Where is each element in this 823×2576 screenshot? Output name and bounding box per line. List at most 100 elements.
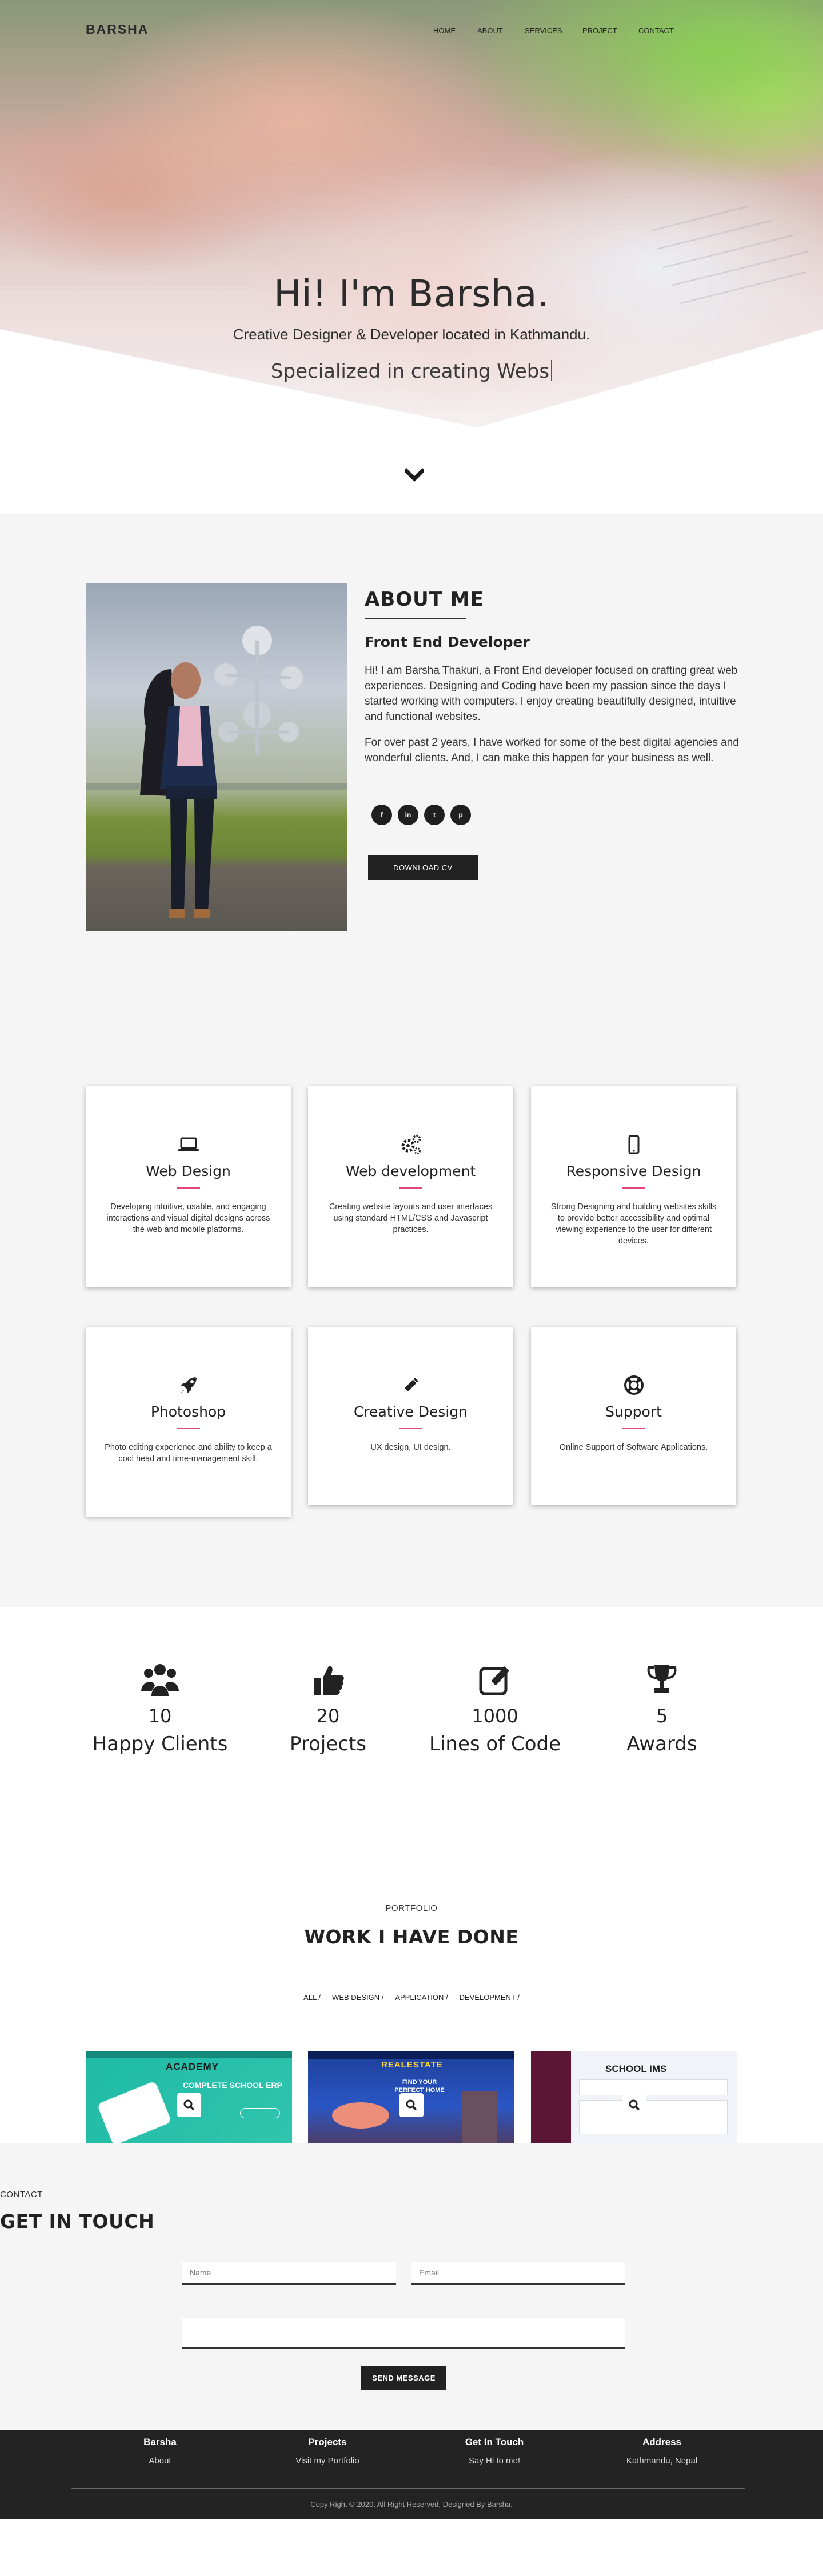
hero-subtitle: Creative Designer & Developer located in…: [233, 326, 590, 343]
brand-logo[interactable]: BARSHA: [86, 22, 149, 37]
name-input[interactable]: [182, 2262, 396, 2285]
service-card-creative-design: Creative Design UX design, UI design.: [308, 1327, 513, 1505]
service-desc: Developing intuitive, usable, and engagi…: [106, 1202, 270, 1234]
service-card-support: Support Online Support of Software Appli…: [531, 1327, 736, 1505]
footer-heading: Projects: [308, 2437, 347, 2447]
portfolio-item-academy[interactable]: ACADEMY COMPLETE SCHOOL ERP: [86, 2051, 292, 2143]
footer-heading: Address: [642, 2437, 682, 2447]
stat-label: Lines of Code: [429, 1733, 561, 1755]
hero-section: BARSHA HOME ABOUT SERVICES PROJECT CONTA…: [0, 0, 823, 514]
pinterest-icon[interactable]: p: [450, 805, 471, 825]
mobile-icon: [628, 1135, 639, 1154]
nav-contact[interactable]: CONTACT: [638, 26, 684, 35]
social-links: f in t p: [371, 805, 742, 825]
copyright: Copy Right © 2020, All Right Reserved, D…: [310, 2500, 513, 2509]
pencil-icon: [403, 1378, 418, 1392]
send-message-button[interactable]: SEND MESSAGE: [361, 2366, 446, 2390]
portfolio-item-realestate[interactable]: REALESTATE FIND YOUR PERFECT HOME: [308, 2051, 514, 2143]
filter-all[interactable]: ALL /: [303, 1993, 321, 2002]
thumb-heading: ACADEMY: [166, 2061, 219, 2072]
service-card-web-design: Web Design Developing intuitive, usable,…: [86, 1086, 291, 1287]
stat-label: Awards: [626, 1733, 697, 1755]
thumb-buildings: [462, 2091, 497, 2143]
service-card-photoshop: Photoshop Photo editing experience and a…: [86, 1327, 291, 1517]
portfolio-filters: ALL / WEB DESIGN / APPLICATION / DEVELOP…: [0, 1993, 823, 2002]
thumb-heading: SCHOOL IMS: [605, 2063, 667, 2074]
twitter-icon[interactable]: t: [424, 805, 445, 825]
footer-link-about[interactable]: About: [74, 2456, 246, 2466]
stat-label: Projects: [289, 1733, 367, 1755]
about-role: Front End Developer: [365, 634, 530, 650]
service-title: Web development: [345, 1163, 476, 1179]
users-icon: [141, 1664, 179, 1696]
facebook-icon[interactable]: f: [371, 805, 392, 825]
about-heading: ABOUT ME: [365, 588, 484, 611]
footer-col-projects: Projects Visit my Portfolio: [242, 2437, 413, 2466]
stat-value: 10: [148, 1705, 172, 1727]
heading-underline: [365, 618, 466, 619]
thumb-topbar: [86, 2051, 292, 2058]
linkedin-icon[interactable]: in: [398, 805, 418, 825]
rocket-icon: [180, 1377, 197, 1393]
chevron-down-icon[interactable]: [405, 467, 424, 483]
accent-rule: [622, 1187, 645, 1189]
service-card-web-development: Web development Creating website layouts…: [308, 1086, 513, 1287]
stat-label: Happy Clients: [92, 1733, 228, 1755]
footer-link-portfolio[interactable]: Visit my Portfolio: [242, 2456, 413, 2466]
thumb-table: [579, 2079, 728, 2095]
service-title: Creative Design: [353, 1403, 468, 1420]
nav-project[interactable]: PROJECT: [582, 26, 638, 35]
footer-link-say-hi[interactable]: Say Hi to me!: [409, 2456, 580, 2466]
stat-happy-clients: 10 Happy Clients: [74, 1662, 246, 1755]
about-info: ABOUT ME Front End Developer Hi! I am Ba…: [365, 583, 742, 880]
footer-address: Kathmandu, Nepal: [626, 2456, 698, 2466]
search-icon[interactable]: [399, 2093, 424, 2117]
contact-section: CONTACT GET IN TOUCH SEND MESSAGE: [0, 2143, 823, 2430]
stat-projects: 20 Projects: [242, 1662, 414, 1755]
service-desc: UX design, UI design.: [370, 1443, 451, 1452]
profile-photo-art: [86, 626, 347, 918]
nav-about[interactable]: ABOUT: [477, 26, 525, 35]
contact-title: GET IN TOUCH: [0, 2210, 155, 2233]
accent-rule: [177, 1187, 200, 1189]
stats-section: 10 Happy Clients 20 Projects 1000 Lines …: [0, 1607, 823, 1898]
search-icon[interactable]: [177, 2093, 201, 2117]
portfolio-title: WORK I HAVE DONE: [304, 1926, 519, 1948]
service-desc: Strong Designing and building websites s…: [550, 1202, 717, 1246]
footer-heading: Barsha: [143, 2437, 177, 2447]
filter-web-design[interactable]: WEB DESIGN /: [332, 1993, 383, 2002]
typing-cursor: [551, 360, 553, 381]
portfolio-kicker: PORTFOLIO: [385, 1903, 438, 1913]
service-desc: Creating website layouts and user interf…: [329, 1202, 493, 1234]
nav-home[interactable]: HOME: [433, 26, 477, 35]
service-title: Support: [605, 1403, 662, 1420]
thumb-topbar: [308, 2051, 514, 2059]
navbar: BARSHA HOME ABOUT SERVICES PROJECT CONTA…: [0, 0, 823, 59]
contact-kicker: CONTACT: [0, 2190, 43, 2199]
portfolio-grid: ACADEMY COMPLETE SCHOOL ERP REALESTATE F…: [86, 2051, 737, 2143]
portfolio-item-school-ims[interactable]: SCHOOL IMS: [531, 2051, 737, 2143]
service-title: Photoshop: [150, 1403, 226, 1420]
email-input[interactable]: [411, 2262, 625, 2285]
service-title: Responsive Design: [566, 1163, 701, 1179]
thumb-phone: [97, 2081, 172, 2143]
filter-application[interactable]: APPLICATION /: [395, 1993, 448, 2002]
search-icon[interactable]: [622, 2093, 646, 2117]
thumb-line: FIND YOUR PERFECT HOME: [394, 2079, 445, 2094]
filter-development[interactable]: DEVELOPMENT /: [460, 1993, 520, 2002]
service-desc: Online Support of Software Applications.: [559, 1443, 708, 1452]
message-textarea[interactable]: [182, 2318, 625, 2349]
thumbs-up-icon: [314, 1666, 344, 1695]
stat-lines-of-code: 1000 Lines of Code: [409, 1662, 581, 1755]
stat-value: 20: [316, 1705, 340, 1727]
portfolio-section: PORTFOLIO WORK I HAVE DONE ALL / WEB DES…: [0, 1898, 823, 2143]
thumb-button: [240, 2108, 280, 2118]
service-desc: Photo editing experience and ability to …: [105, 1443, 272, 1463]
profile-photo: [86, 583, 347, 931]
nav-services[interactable]: SERVICES: [525, 26, 582, 35]
thumb-image: [332, 2102, 389, 2129]
main-menu: HOME ABOUT SERVICES PROJECT CONTACT: [433, 26, 684, 35]
download-cv-button[interactable]: DOWNLOAD CV: [368, 855, 478, 880]
accent-rule: [399, 1428, 422, 1429]
edit-icon: [479, 1666, 509, 1695]
